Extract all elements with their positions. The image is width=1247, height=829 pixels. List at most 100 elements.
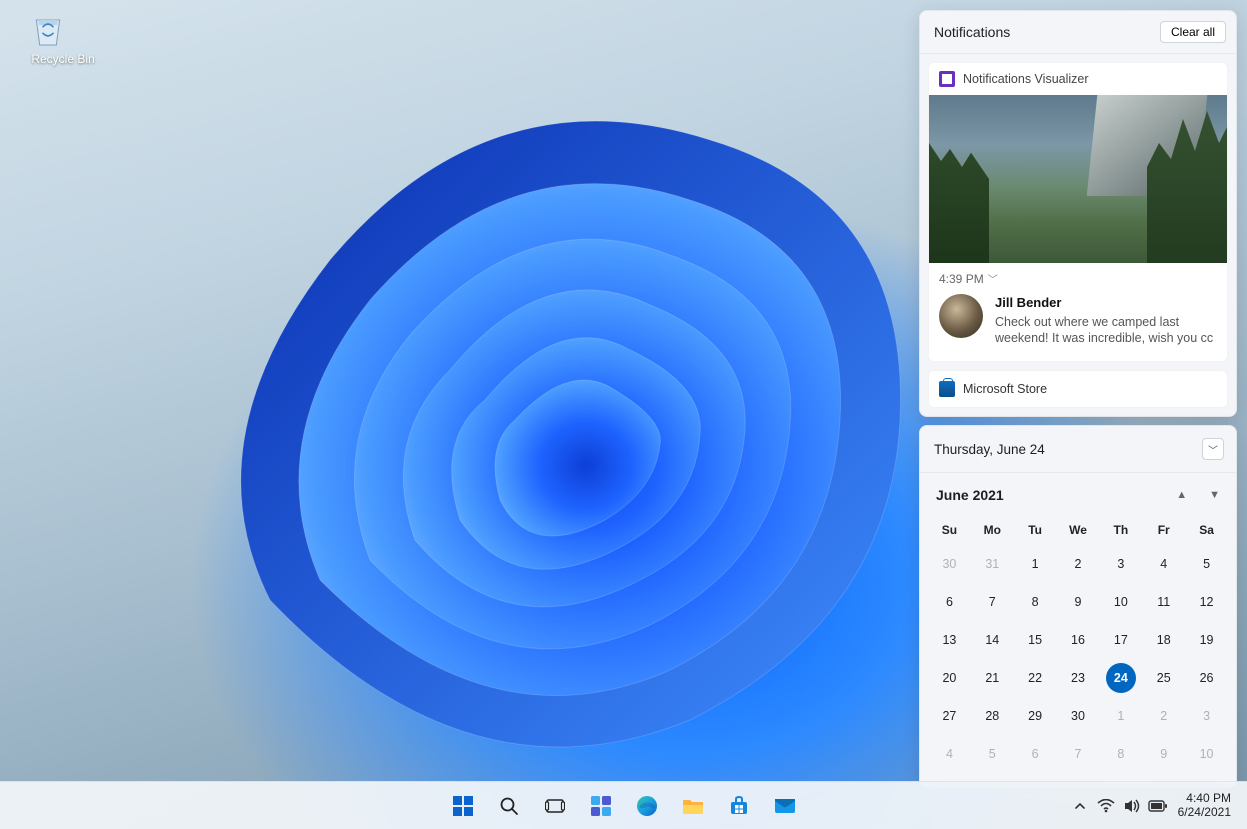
calendar-day[interactable]: 7 — [977, 587, 1007, 617]
calendar-day[interactable]: 13 — [934, 625, 964, 655]
calendar-full-date: Thursday, June 24 — [934, 442, 1045, 457]
calendar-day[interactable]: 9 — [1149, 739, 1179, 769]
calendar-dow: Su — [928, 513, 971, 545]
action-center-panel: Notifications Clear all Notifications Vi… — [919, 10, 1237, 788]
calendar-card: Thursday, June 24 ﹀ June 2021 ▲ ▼ SuMoTu… — [919, 425, 1237, 788]
calendar-day[interactable]: 3 — [1192, 701, 1222, 731]
calendar-day[interactable]: 17 — [1106, 625, 1136, 655]
calendar-dow: Fr — [1142, 513, 1185, 545]
notification-message: Check out where we camped last weekend! … — [995, 314, 1217, 348]
notification-hero-image — [929, 95, 1227, 263]
calendar-day[interactable]: 10 — [1106, 587, 1136, 617]
taskbar-system-tray: 4:40 PM 6/24/2021 — [1068, 786, 1247, 826]
calendar-day[interactable]: 1 — [1020, 549, 1050, 579]
calendar-day[interactable]: 4 — [1149, 549, 1179, 579]
wifi-icon — [1097, 799, 1115, 813]
clear-all-button[interactable]: Clear all — [1160, 21, 1226, 43]
calendar-day[interactable]: 12 — [1192, 587, 1222, 617]
widgets-button[interactable] — [581, 786, 621, 826]
calendar-day[interactable]: 21 — [977, 663, 1007, 693]
calendar-day[interactable]: 15 — [1020, 625, 1050, 655]
calendar-day[interactable]: 31 — [977, 549, 1007, 579]
calendar-dow: Tu — [1014, 513, 1057, 545]
calendar-day[interactable]: 20 — [934, 663, 964, 693]
calendar-day[interactable]: 2 — [1063, 549, 1093, 579]
calendar-dow: Sa — [1185, 513, 1228, 545]
task-view-button[interactable] — [535, 786, 575, 826]
windows-logo-icon — [452, 795, 474, 817]
notification-app-name: Notifications Visualizer — [963, 72, 1089, 86]
chevron-down-icon[interactable]: ﹀ — [988, 271, 998, 286]
store-icon — [939, 381, 955, 397]
notification-store-item[interactable]: Microsoft Store — [928, 370, 1228, 408]
store-icon — [728, 795, 750, 817]
task-view-icon — [545, 796, 565, 816]
folder-icon — [682, 796, 704, 816]
edge-icon — [636, 795, 658, 817]
notification-group[interactable]: Notifications Visualizer 4:39 PM ﹀ Jill … — [928, 62, 1228, 362]
notification-time: 4:39 PM — [939, 272, 984, 286]
calendar-grid: SuMoTuWeThFrSa30311234567891011121314151… — [920, 509, 1236, 787]
file-explorer-button[interactable] — [673, 786, 713, 826]
taskbar-center — [443, 786, 805, 826]
calendar-prev-button[interactable]: ▲ — [1176, 489, 1187, 501]
search-icon — [499, 796, 519, 816]
start-button[interactable] — [443, 786, 483, 826]
calendar-day[interactable]: 30 — [934, 549, 964, 579]
app-icon — [939, 71, 955, 87]
calendar-day[interactable]: 26 — [1192, 663, 1222, 693]
calendar-day[interactable]: 8 — [1106, 739, 1136, 769]
calendar-day[interactable]: 4 — [934, 739, 964, 769]
calendar-day[interactable]: 28 — [977, 701, 1007, 731]
calendar-day[interactable]: 16 — [1063, 625, 1093, 655]
notifications-title: Notifications — [934, 24, 1010, 40]
desktop-icon-recycle-bin[interactable]: Recycle Bin — [28, 10, 98, 66]
avatar — [939, 294, 983, 338]
clock-date: 6/24/2021 — [1178, 806, 1231, 820]
wallpaper-bloom — [150, 80, 970, 780]
calendar-day[interactable]: 3 — [1106, 549, 1136, 579]
calendar-day[interactable]: 5 — [1192, 549, 1222, 579]
calendar-day[interactable]: 23 — [1063, 663, 1093, 693]
calendar-day[interactable]: 6 — [1020, 739, 1050, 769]
calendar-next-button[interactable]: ▼ — [1209, 489, 1220, 501]
calendar-day[interactable]: 19 — [1192, 625, 1222, 655]
calendar-collapse-button[interactable]: ﹀ — [1202, 438, 1224, 460]
notification-sender: Jill Bender — [995, 294, 1217, 312]
calendar-day[interactable]: 10 — [1192, 739, 1222, 769]
calendar-day[interactable]: 1 — [1106, 701, 1136, 731]
calendar-day[interactable]: 29 — [1020, 701, 1050, 731]
calendar-day[interactable]: 7 — [1063, 739, 1093, 769]
calendar-day[interactable]: 22 — [1020, 663, 1050, 693]
store-button[interactable] — [719, 786, 759, 826]
calendar-dow: Th — [1099, 513, 1142, 545]
calendar-day[interactable]: 25 — [1149, 663, 1179, 693]
calendar-day[interactable]: 5 — [977, 739, 1007, 769]
wifi-button[interactable] — [1094, 786, 1118, 826]
edge-button[interactable] — [627, 786, 667, 826]
recycle-bin-icon — [28, 10, 68, 50]
calendar-day[interactable]: 11 — [1149, 587, 1179, 617]
calendar-day[interactable]: 18 — [1149, 625, 1179, 655]
calendar-day[interactable]: 8 — [1020, 587, 1050, 617]
calendar-month-label[interactable]: June 2021 — [936, 487, 1004, 503]
taskbar-clock[interactable]: 4:40 PM 6/24/2021 — [1172, 792, 1237, 820]
calendar-day-today[interactable]: 24 — [1106, 663, 1136, 693]
calendar-day[interactable]: 30 — [1063, 701, 1093, 731]
tray-overflow-button[interactable] — [1068, 786, 1092, 826]
calendar-day[interactable]: 9 — [1063, 587, 1093, 617]
calendar-day[interactable]: 14 — [977, 625, 1007, 655]
calendar-day[interactable]: 2 — [1149, 701, 1179, 731]
clock-time: 4:40 PM — [1178, 792, 1231, 806]
battery-button[interactable] — [1146, 786, 1170, 826]
volume-button[interactable] — [1120, 786, 1144, 826]
calendar-day[interactable]: 6 — [934, 587, 964, 617]
search-button[interactable] — [489, 786, 529, 826]
taskbar: 4:40 PM 6/24/2021 — [0, 781, 1247, 829]
battery-icon — [1148, 800, 1168, 812]
speaker-icon — [1123, 798, 1141, 814]
recycle-bin-label: Recycle Bin — [28, 52, 98, 66]
calendar-day[interactable]: 27 — [934, 701, 964, 731]
mail-button[interactable] — [765, 786, 805, 826]
notification-store-label: Microsoft Store — [963, 382, 1047, 396]
